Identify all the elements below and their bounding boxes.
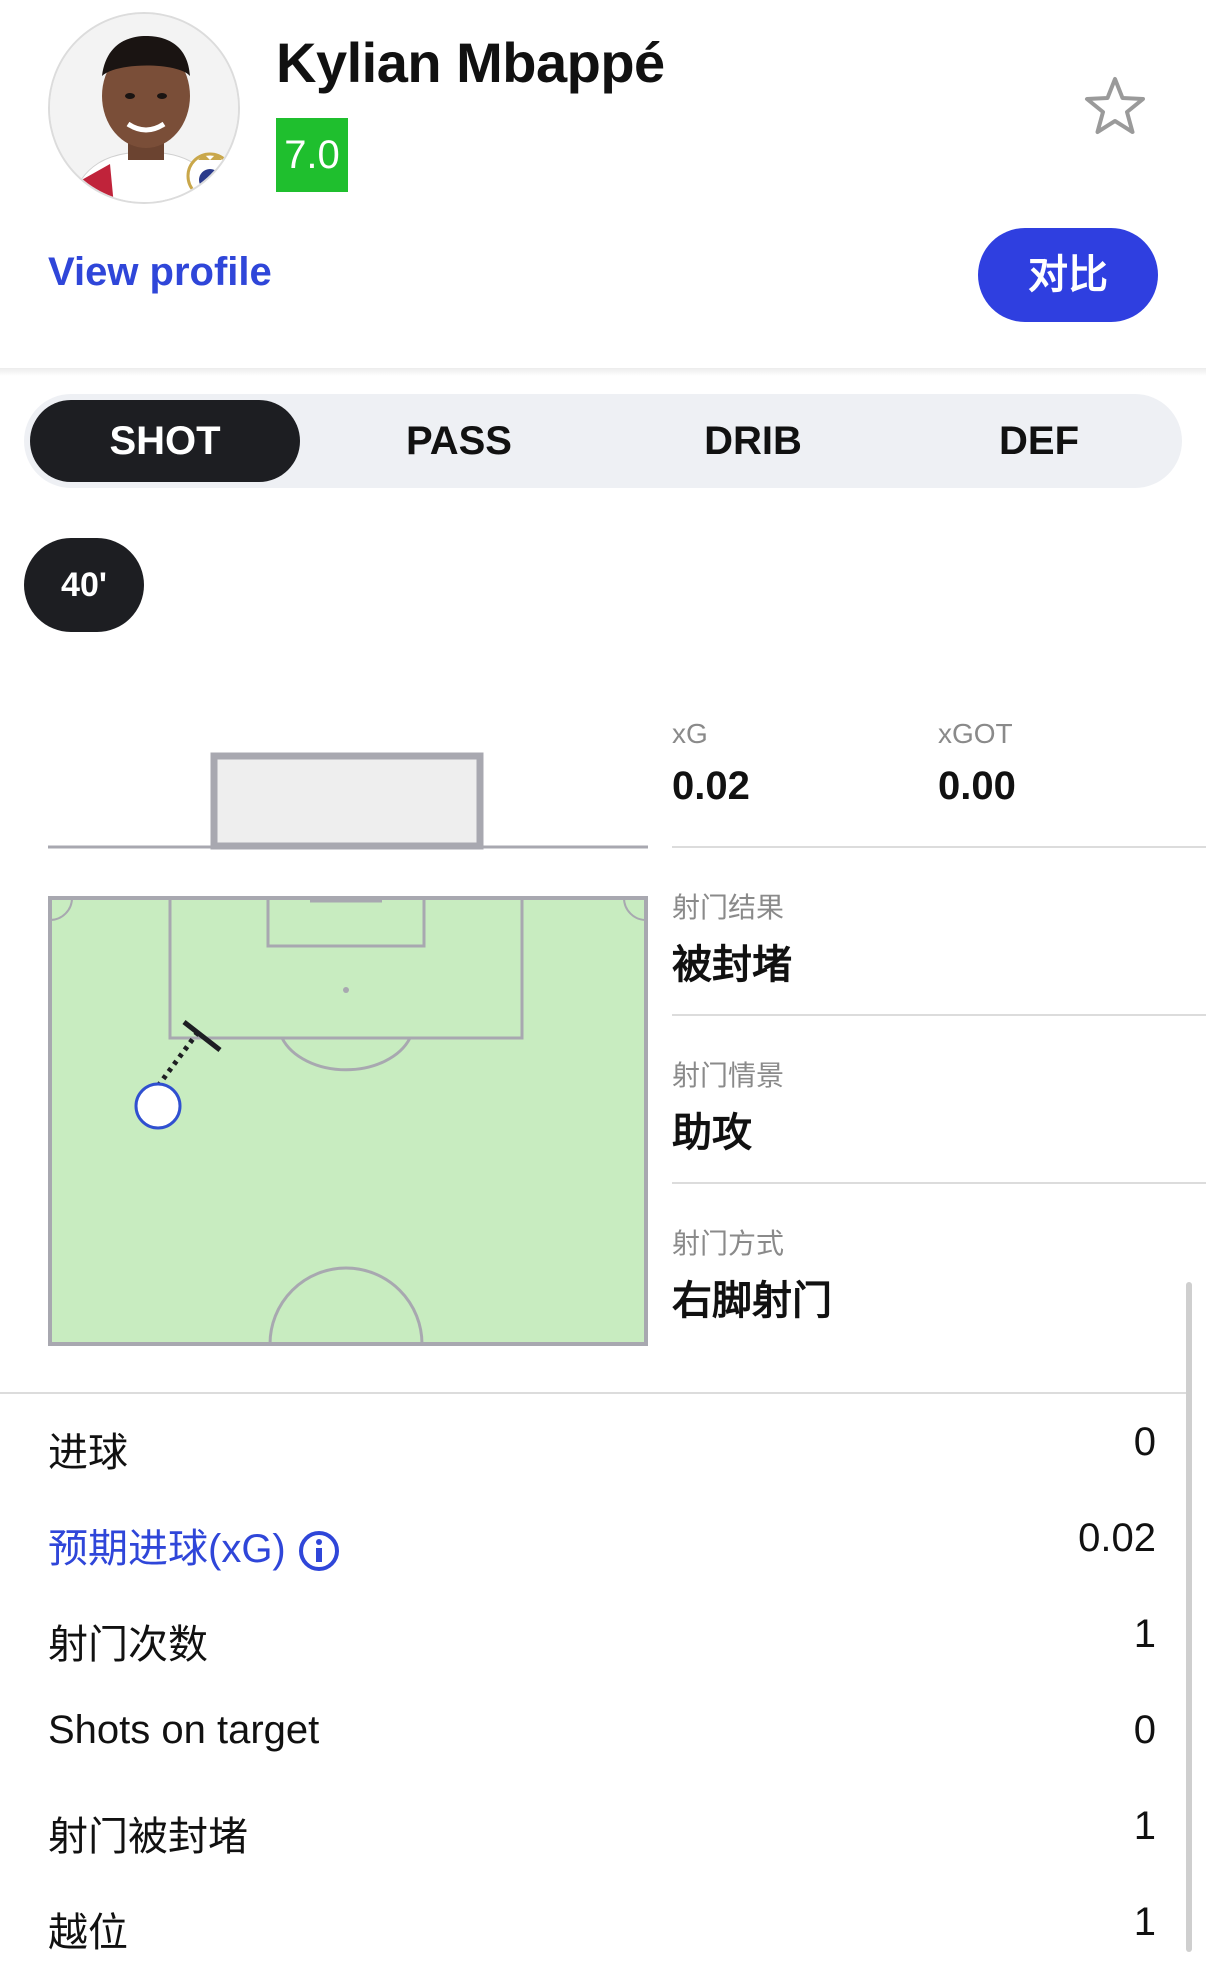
compare-button[interactable]: 对比 <box>978 228 1158 322</box>
player-rating-badge: 7.0 <box>276 118 348 192</box>
stat-row-offside-label: 越位 <box>48 1911 128 1955</box>
stat-row-shots-value: 1 <box>1133 1612 1156 1656</box>
star-outline-icon[interactable] <box>1082 74 1148 140</box>
shot-type-value: 右脚射门 <box>672 1279 832 1323</box>
shot-type-label: 射门方式 <box>672 1228 785 1259</box>
shot-result-label: 射门结果 <box>672 892 785 923</box>
view-profile-link[interactable]: View profile <box>48 250 272 295</box>
player-header: Kylian Mbappé 7.0 View profile 对比 <box>0 0 1206 370</box>
info-icon[interactable] <box>298 1530 340 1572</box>
xgot-value: 0.00 <box>938 764 1016 808</box>
tab-drib[interactable]: DRIB <box>618 400 888 482</box>
stat-row-offside-value: 1 <box>1133 1900 1156 1944</box>
scrollbar[interactable] <box>1186 1282 1192 1952</box>
stat-row-shots-on-target-value: 0 <box>1133 1708 1156 1752</box>
shot-result-value: 被封堵 <box>672 943 792 987</box>
shot-map-pitch <box>48 896 648 1346</box>
stat-row-shots-on-target-label: Shots on target <box>48 1708 320 1752</box>
stat-row-shots-label: 射门次数 <box>48 1623 208 1667</box>
shot-minute-chip[interactable]: 40' <box>24 538 144 632</box>
shot-situation-label: 射门情景 <box>672 1060 785 1091</box>
tab-def[interactable]: DEF <box>904 400 1174 482</box>
header-divider <box>0 368 1206 376</box>
stat-row-goals-label: 进球 <box>48 1431 128 1475</box>
tab-pass[interactable]: PASS <box>324 400 594 482</box>
stat-divider <box>672 846 1206 848</box>
stat-divider <box>672 1014 1206 1016</box>
stat-divider <box>672 1182 1206 1184</box>
stat-row-goals-value: 0 <box>1133 1420 1156 1464</box>
xg-label: xG <box>672 718 708 749</box>
goal-frame-view <box>48 740 648 850</box>
stat-row-xg[interactable]: 预期进球(xG) <box>48 1516 340 1574</box>
xg-value: 0.02 <box>672 764 750 808</box>
list-divider <box>0 1392 1190 1394</box>
xgot-label: xGOT <box>938 718 1013 749</box>
stat-category-tabs: SHOT PASS DRIB DEF <box>24 394 1182 488</box>
player-avatar <box>48 12 240 204</box>
tab-shot[interactable]: SHOT <box>30 400 300 482</box>
player-name: Kylian Mbappé <box>276 31 665 94</box>
shot-situation-value: 助攻 <box>672 1111 752 1155</box>
stat-row-blocked-value: 1 <box>1133 1804 1156 1848</box>
stat-row-xg-label: 预期进球(xG) <box>48 1527 286 1571</box>
stat-row-xg-value: 0.02 <box>1078 1516 1156 1560</box>
stat-row-blocked-label: 射门被封堵 <box>48 1815 248 1859</box>
